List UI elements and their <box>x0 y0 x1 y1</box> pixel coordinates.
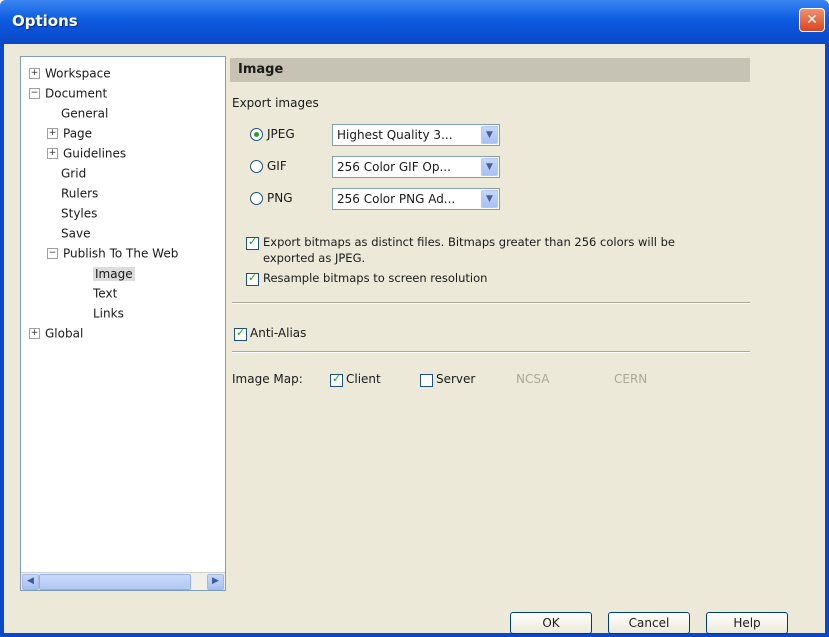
client-label: Client <box>346 372 381 386</box>
gif-label[interactable]: GIF <box>267 159 287 173</box>
png-radio[interactable] <box>250 192 263 205</box>
expand-icon[interactable]: + <box>47 148 58 159</box>
tree-item-image[interactable]: Image <box>93 263 135 283</box>
tree-item-workspace[interactable]: + Workspace <box>29 63 111 83</box>
tree-item-links[interactable]: Links <box>93 303 124 323</box>
png-preset-dropdown[interactable]: 256 Color PNG Ad... ▼ <box>332 188 500 210</box>
tree-item-text[interactable]: Text <box>93 283 117 303</box>
tree-item-document[interactable]: − Document <box>29 83 107 103</box>
scroll-right-icon[interactable]: ▶ <box>207 574 224 590</box>
separator <box>232 351 750 353</box>
ok-button[interactable]: OK <box>510 612 592 634</box>
export-bitmaps-label-line2: exported as JPEG. <box>263 251 366 265</box>
tree-item-page[interactable]: + Page <box>47 123 92 143</box>
panel-header: Image <box>230 58 750 82</box>
tree-item-styles[interactable]: Styles <box>61 203 97 223</box>
expand-icon[interactable]: + <box>47 128 58 139</box>
server-label: Server <box>436 372 476 386</box>
tree-item-rulers[interactable]: Rulers <box>61 183 98 203</box>
cern-option: CERN <box>614 372 648 386</box>
jpeg-label[interactable]: JPEG <box>267 127 295 141</box>
chevron-down-icon[interactable]: ▼ <box>481 158 498 176</box>
ncsa-option: NCSA <box>516 372 550 386</box>
chevron-down-icon[interactable]: ▼ <box>481 190 498 208</box>
cancel-button[interactable]: Cancel <box>608 612 690 634</box>
gif-preset-value: 256 Color GIF Op... <box>337 160 451 174</box>
help-button[interactable]: Help <box>706 612 788 634</box>
export-bitmaps-label-line1: Export bitmaps as distinct files. Bitmap… <box>263 235 676 249</box>
export-bitmaps-checkbox[interactable] <box>246 235 259 250</box>
png-preset-value: 256 Color PNG Ad... <box>337 192 456 206</box>
separator <box>232 302 750 304</box>
collapse-icon[interactable]: − <box>47 248 58 259</box>
expand-icon[interactable]: + <box>29 68 40 79</box>
collapse-icon[interactable]: − <box>29 88 40 99</box>
scrollbar-thumb[interactable] <box>39 574 191 590</box>
tree-horizontal-scrollbar[interactable]: ◀ ▶ <box>21 572 225 590</box>
dialog-title: Options <box>12 12 78 30</box>
tree-item-guidelines[interactable]: + Guidelines <box>47 143 126 163</box>
png-label[interactable]: PNG <box>267 191 293 205</box>
tree-item-global[interactable]: + Global <box>29 323 83 343</box>
expand-icon[interactable]: + <box>29 328 40 339</box>
tree-item-grid[interactable]: Grid <box>61 163 86 183</box>
jpeg-radio[interactable] <box>250 128 263 141</box>
dialog-footer: OK Cancel Help <box>4 602 825 634</box>
jpeg-preset-value: Highest Quality 3... <box>337 128 453 142</box>
tree-item-save[interactable]: Save <box>61 223 90 243</box>
resample-bitmaps-checkbox[interactable] <box>246 271 259 286</box>
chevron-down-icon[interactable]: ▼ <box>481 126 498 144</box>
client-checkbox[interactable] <box>330 372 343 387</box>
close-button[interactable]: ✕ <box>799 8 825 32</box>
jpeg-preset-dropdown[interactable]: Highest Quality 3... ▼ <box>332 124 500 146</box>
title-bar: Options ✕ <box>0 0 829 44</box>
tree-item-general[interactable]: General <box>61 103 108 123</box>
anti-alias-checkbox[interactable] <box>234 326 247 341</box>
gif-preset-dropdown[interactable]: 256 Color GIF Op... ▼ <box>332 156 500 178</box>
server-checkbox[interactable] <box>420 374 433 387</box>
export-images-label: Export images <box>232 96 319 110</box>
image-map-label: Image Map: <box>232 372 303 386</box>
options-dialog: Options ✕ + Workspace − Document General +… <box>0 0 829 637</box>
dialog-body: + Workspace − Document General + Page + Guid… <box>4 44 825 634</box>
anti-alias-label: Anti-Alias <box>250 326 307 340</box>
close-icon: ✕ <box>806 12 818 28</box>
scroll-left-icon[interactable]: ◀ <box>22 574 39 590</box>
image-settings-panel: Image Export images JPEG Highest Quality… <box>230 58 750 588</box>
panel-title: Image <box>238 62 284 77</box>
tree-item-publish-to-the-web[interactable]: − Publish To The Web <box>47 243 178 263</box>
gif-radio[interactable] <box>250 160 263 173</box>
resample-bitmaps-label: Resample bitmaps to screen resolution <box>263 271 488 285</box>
category-tree[interactable]: + Workspace − Document General + Page + Guid… <box>20 56 226 591</box>
